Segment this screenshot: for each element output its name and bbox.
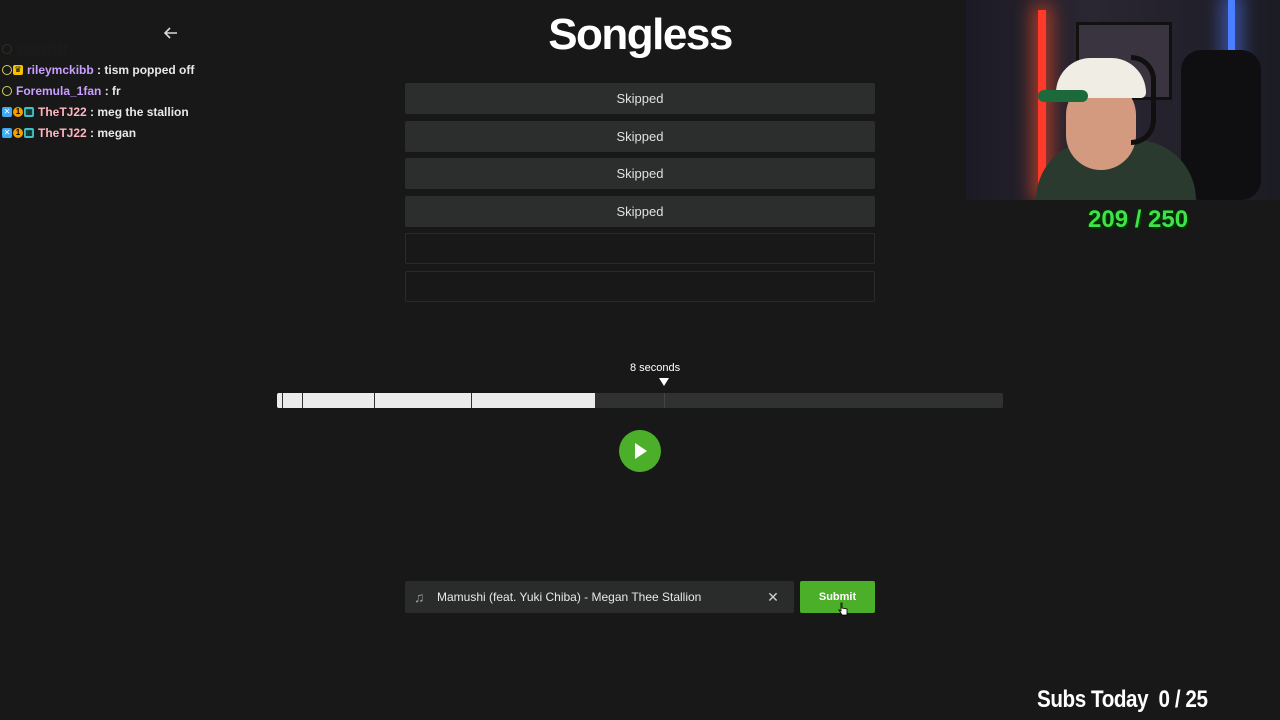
subs-value: 0 / 25 (1158, 686, 1208, 713)
progress-counter: 209 / 250 (1088, 206, 1189, 233)
crown-badge-icon: ♛ (13, 64, 23, 75)
audio-progress-bar[interactable] (277, 393, 1003, 408)
guess-slot: Skipped (405, 83, 875, 114)
chat-message: fr (112, 83, 121, 98)
segment-divider (302, 393, 303, 408)
subs-today: Subs Today 0 / 25 (1037, 686, 1208, 714)
mouse-cursor-icon (838, 602, 848, 616)
chat-separator: : (93, 62, 105, 77)
subs-label: Subs Today (1037, 686, 1149, 713)
guess-slot: Skipped (405, 158, 875, 189)
badge-icon (2, 64, 12, 75)
music-note-icon: ♫ (414, 589, 425, 605)
chat-user: rileymckibb (27, 62, 94, 77)
guess-list: Skipped Skipped Skipped Skipped (405, 83, 875, 308)
headset (1131, 55, 1156, 145)
chat-line: Foremula_1fan : fr (2, 80, 202, 101)
subscriber-badge-icon: 1 (13, 127, 23, 138)
guess-slot: Skipped (405, 195, 875, 227)
segment-divider (664, 393, 665, 408)
audio-progress-fill (277, 393, 595, 408)
chat-user: TheTJ22 (38, 125, 87, 140)
chat-line: ♛ rileymckibb : tism popped off (2, 59, 202, 80)
segment-divider (471, 393, 472, 408)
guess-slot-empty (405, 233, 875, 264)
gift-badge-icon: ▦ (24, 127, 34, 138)
answer-value: Mamushi (feat. Yuki Chiba) - Megan Thee … (437, 590, 702, 604)
chat-user: TheTJ22 (38, 104, 87, 119)
cap-brim (1038, 90, 1088, 102)
play-icon (635, 443, 647, 459)
chat-separator: : (101, 83, 113, 98)
chat-user: Foremula_1fan (16, 83, 102, 98)
prime-badge-icon: ✕ (2, 127, 12, 138)
guess-slot: Skipped (405, 120, 875, 152)
prime-badge-icon: ✕ (2, 106, 12, 117)
chat-separator: : (86, 104, 98, 119)
play-button[interactable] (619, 430, 661, 472)
chat-line: ✕ 1 ▦ TheTJ22 : megan (2, 122, 202, 143)
time-label: 8 seconds (630, 362, 681, 374)
chat-separator: : (86, 125, 98, 140)
answer-field[interactable]: ♫ Mamushi (feat. Yuki Chiba) - Megan The… (405, 581, 794, 613)
close-icon[interactable]: ✕ (766, 589, 780, 606)
chat-line: ✕ 1 ▦ TheTJ22 : meg the stallion (2, 101, 202, 122)
chair (1181, 50, 1261, 200)
chat-message: meg the stallion (97, 104, 189, 119)
segment-divider (374, 393, 375, 408)
time-marker-icon (659, 378, 669, 386)
webcam-feed (966, 0, 1280, 200)
badge-icon (2, 85, 12, 96)
gift-badge-icon: ▦ (24, 106, 34, 117)
guess-slot-empty (405, 270, 875, 302)
chat-message: megan (97, 125, 137, 140)
subscriber-badge-icon: 1 (13, 106, 23, 117)
chat-message: tism popped off (104, 62, 195, 77)
segment-divider (282, 393, 283, 408)
